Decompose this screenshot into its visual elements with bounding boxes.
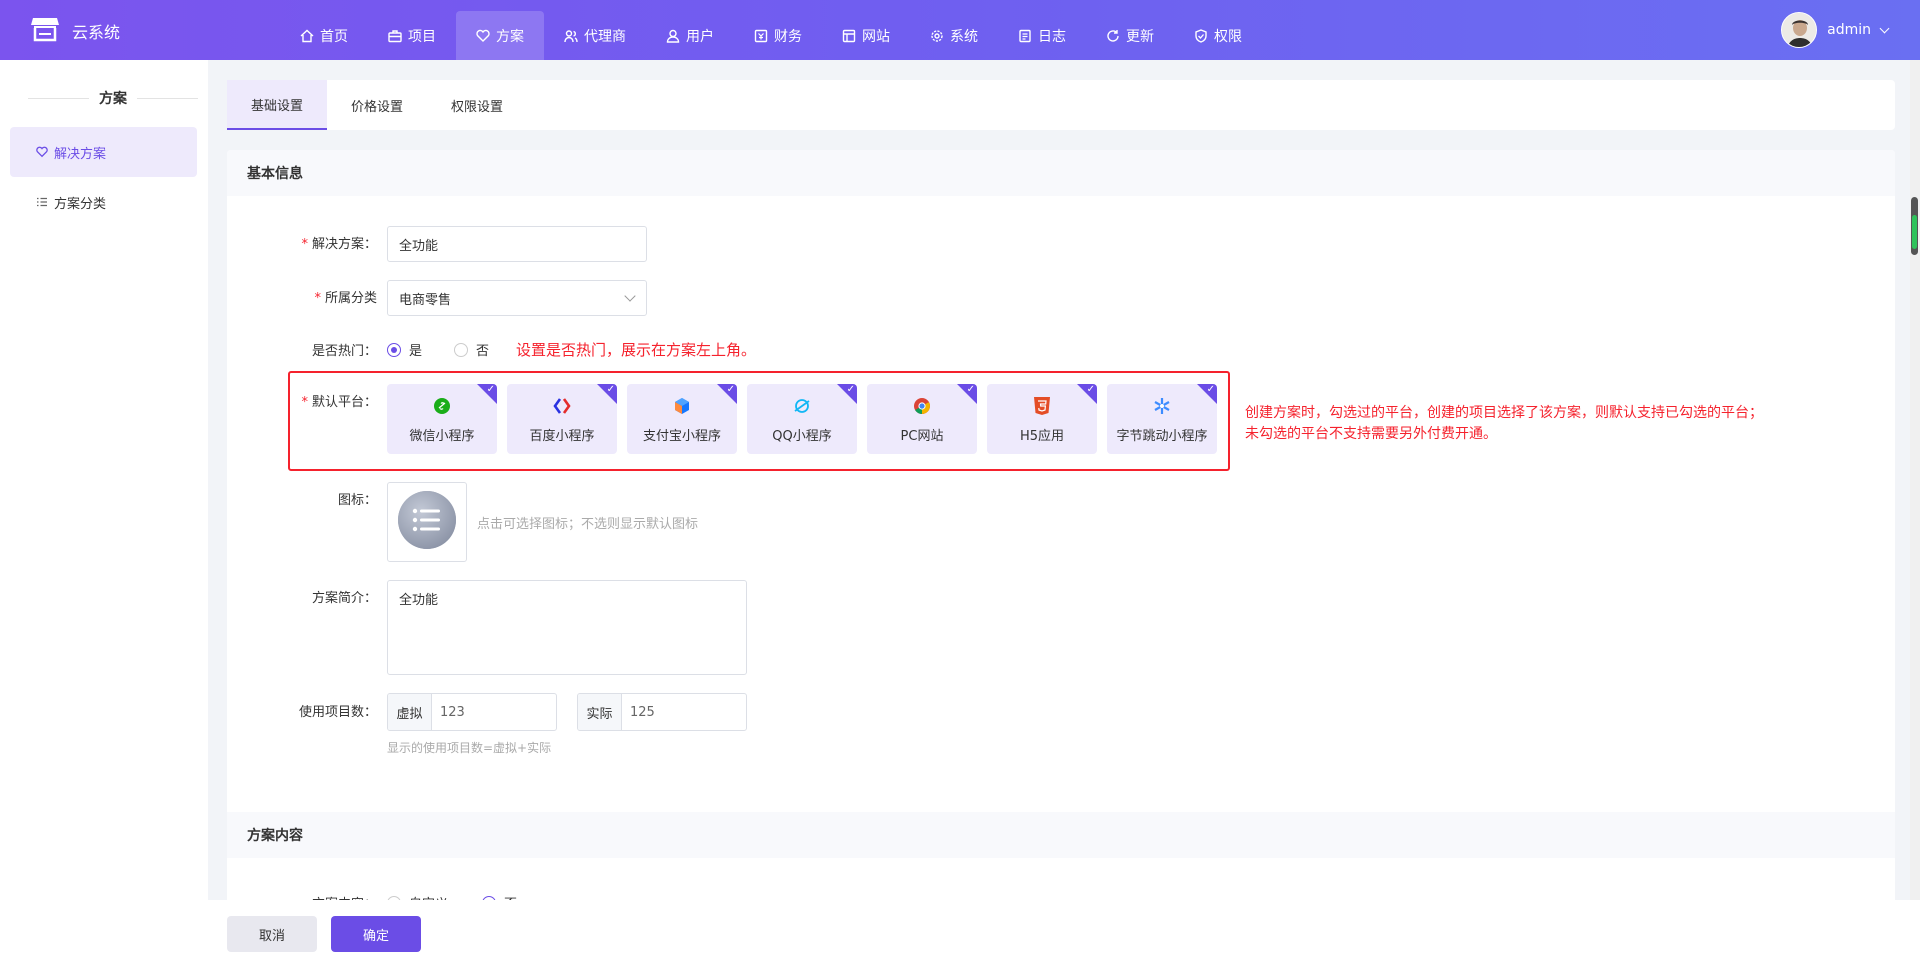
settings-tabs: 基础设置 价格设置 权限设置 [227,80,1895,130]
sidebar-title: 方案 [28,88,198,108]
chrome-icon [911,395,933,417]
platform-pc[interactable]: ✓ PC网站 [867,384,977,454]
usage-label: 使用项目数： [298,705,377,720]
divider [28,97,89,99]
radio-unchecked-icon [454,342,468,357]
tab-permission[interactable]: 权限设置 [427,80,527,130]
user-menu[interactable]: admin [1781,12,1890,48]
radio-checked-icon [387,342,401,357]
confirm-button[interactable]: 确定 [331,916,421,952]
category-label: * 所属分类 [314,291,377,306]
scrollbar-thumb[interactable] [1911,197,1918,255]
gear-icon [931,29,943,42]
intro-label: 方案简介： [311,591,377,606]
chevron-down-icon [624,290,636,302]
platform-qq[interactable]: ✓ QQ小程序 [747,384,857,454]
home-icon [300,29,314,42]
tab-basic[interactable]: 基础设置 [227,80,327,130]
platform-wechat[interactable]: ✓ 微信小程序 [387,384,497,454]
icon-label: 图标： [337,493,377,508]
log-icon [1019,29,1031,42]
nav-solution[interactable]: 方案 [456,11,544,60]
check-icon: ✓ [486,384,495,395]
nav-permission[interactable]: 权限 [1174,11,1262,60]
tab-price[interactable]: 价格设置 [327,80,427,130]
page-scrollbar[interactable] [1910,60,1920,900]
check-icon: ✓ [606,384,615,395]
app-name: 云系统 [72,23,121,42]
alipay-icon [671,395,693,417]
chevron-down-icon [1879,23,1890,33]
platform-baidu[interactable]: ✓ 百度小程序 [507,384,617,454]
website-icon [842,29,856,42]
platform-note-line1: 创建方案时，勾选过的平台，创建的项目选择了该方案，则默认支持已勾选的平台； [1245,405,1763,421]
heart-icon [36,146,48,158]
divider [137,97,198,99]
usage-hint: 显示的使用项目数=虚拟+实际 [387,741,552,755]
baidu-icon [551,395,573,417]
shield-icon [1195,28,1207,43]
hot-radio-yes[interactable]: 是 [387,340,422,359]
solution-input[interactable]: 全功能 [387,226,647,262]
main-nav: 首页 项目 方案 代理商 用户 财务 网站 系统 日志 更新 权限 [280,11,1262,60]
finance-icon [754,29,768,42]
html5-icon [1031,395,1053,417]
nav-agent[interactable]: 代理商 [544,11,646,60]
hot-note: 设置是否热门，展示在方案左上角。 [516,341,757,359]
briefcase-icon [388,29,402,42]
check-icon: ✓ [726,384,735,395]
sidebar-item-solutions[interactable]: 解决方案 [10,127,197,177]
actual-count-input[interactable]: 实际 125 [577,693,747,731]
nav-log[interactable]: 日志 [998,11,1086,60]
sidebar-item-categories[interactable]: 方案分类 [10,177,197,227]
check-icon: ✓ [1206,384,1215,395]
icon-picker[interactable] [387,482,467,562]
user-icon [666,29,680,43]
virtual-count-input[interactable]: 虚拟 123 [387,693,557,731]
category-select[interactable]: 电商零售 [387,280,647,316]
check-icon: ✓ [846,384,855,395]
refresh-icon [1107,29,1119,42]
platform-h5[interactable]: ✓ H5应用 [987,384,1097,454]
section-title-content: 方案内容 [227,812,1895,858]
sidebar: 方案 解决方案 方案分类 [0,60,208,969]
intro-textarea[interactable]: 全功能 [387,580,747,675]
top-navbar: 云系统 首页 项目 方案 代理商 用户 财务 网站 系统 日志 更新 权限 ad… [0,0,1920,60]
nav-finance[interactable]: 财务 [734,11,822,60]
qq-icon [791,395,813,417]
user-name: admin [1827,22,1871,38]
section-title-basic: 基本信息 [227,150,1895,196]
heart-icon [476,29,490,42]
check-icon: ✓ [966,384,975,395]
check-icon: ✓ [1086,384,1095,395]
platform-bytedance[interactable]: ✓ 字节跳动小程序 [1107,384,1217,454]
nav-user[interactable]: 用户 [646,11,734,60]
icon-hint: 点击可选择图标；不选则显示默认图标 [477,517,699,532]
nav-website[interactable]: 网站 [822,11,910,60]
user-group-icon [564,29,578,42]
nav-update[interactable]: 更新 [1086,11,1174,60]
bytedance-icon [1151,395,1173,417]
wechat-icon [431,395,453,417]
brand[interactable]: 云系统 [30,14,120,48]
cancel-button[interactable]: 取消 [227,916,317,952]
platform-label: * 默认平台： [301,395,377,410]
list-icon [37,197,47,207]
platform-alipay[interactable]: ✓ 支付宝小程序 [627,384,737,454]
action-bar [208,900,1920,969]
store-icon [30,14,60,48]
platform-note-line2: 未勾选的平台不支持需要另外付费开通。 [1245,426,1497,442]
solution-label: * 解决方案： [301,237,377,252]
nav-system[interactable]: 系统 [910,11,998,60]
nav-project[interactable]: 项目 [368,11,456,60]
hot-radio-no[interactable]: 否 [454,340,489,359]
nav-home[interactable]: 首页 [280,11,368,60]
avatar [1781,12,1818,48]
list-icon [397,490,457,554]
hot-label: 是否热门： [311,344,377,359]
